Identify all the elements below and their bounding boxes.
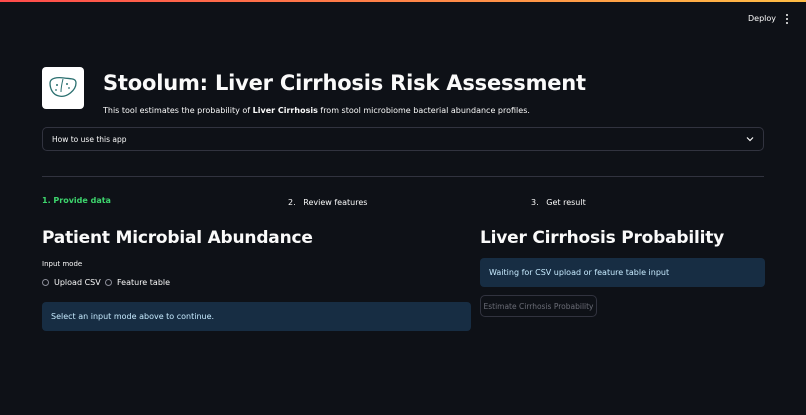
page-description: This tool estimates the probability of L… <box>103 106 530 115</box>
input-mode-label: Input mode <box>42 260 83 268</box>
radio-feature-table[interactable]: Feature table <box>105 278 170 287</box>
step-get-result: 3. Get result <box>531 198 586 207</box>
kebab-menu-icon[interactable] <box>782 12 792 26</box>
radio-circle[interactable] <box>105 279 112 286</box>
cirrhosis-probability-heading: Liver Cirrhosis Probability <box>480 228 725 248</box>
radio-upload-csv[interactable]: Upload CSV <box>42 278 101 287</box>
deploy-button[interactable]: Deploy <box>744 12 780 26</box>
patient-abundance-heading: Patient Microbial Abundance <box>42 228 313 248</box>
top-decoration-bar <box>0 0 806 2</box>
step-review-features: 2. Review features <box>288 198 368 207</box>
step-provide-data: 1. Provide data <box>42 196 111 205</box>
section-divider <box>42 176 764 177</box>
radio-circle[interactable] <box>42 279 49 286</box>
radio-upload-csv-label: Upload CSV <box>54 278 101 287</box>
liver-icon <box>42 67 84 109</box>
page-title: Stoolum: Liver Cirrhosis Risk Assessment <box>103 71 586 95</box>
chevron-down-icon <box>746 137 754 142</box>
estimate-probability-button[interactable]: Estimate Cirrhosis Probability <box>480 295 597 317</box>
waiting-info: Waiting for CSV upload or feature table … <box>480 258 765 287</box>
input-mode-info: Select an input mode above to continue. <box>42 302 471 331</box>
radio-feature-table-label: Feature table <box>117 278 171 287</box>
how-to-use-expander[interactable]: How to use this app <box>42 127 764 151</box>
expander-label: How to use this app <box>52 134 127 144</box>
